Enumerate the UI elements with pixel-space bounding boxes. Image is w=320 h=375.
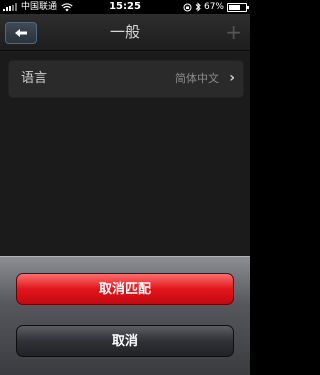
- screen: 中国联通 15:25 67% 一般 + 语言 简体中文 › 取消匹配 取消: [0, 0, 250, 375]
- page-title: 一般: [109, 23, 140, 41]
- settings-content: 语言 简体中文 ›: [0, 51, 250, 256]
- navigation-bar: 一般 +: [0, 14, 250, 51]
- status-bar: 中国联通 15:25 67%: [0, 0, 250, 14]
- plus-icon: +: [225, 20, 242, 44]
- unmatch-button[interactable]: 取消匹配: [16, 273, 234, 305]
- rotation-lock-icon: [183, 3, 192, 11]
- chevron-right-icon: ›: [229, 70, 235, 86]
- battery-icon: [227, 2, 249, 12]
- add-button[interactable]: +: [225, 14, 242, 50]
- language-value: 简体中文: [175, 72, 219, 85]
- language-label: 语言: [21, 71, 48, 86]
- language-row[interactable]: 语言 简体中文 ›: [8, 60, 244, 98]
- status-right: 67%: [180, 0, 249, 14]
- cancel-button[interactable]: 取消: [16, 325, 234, 357]
- action-sheet: 取消匹配 取消: [0, 256, 250, 375]
- battery-fill: [229, 4, 240, 10]
- battery-percent: 67%: [203, 2, 224, 12]
- bluetooth-icon: [195, 2, 201, 12]
